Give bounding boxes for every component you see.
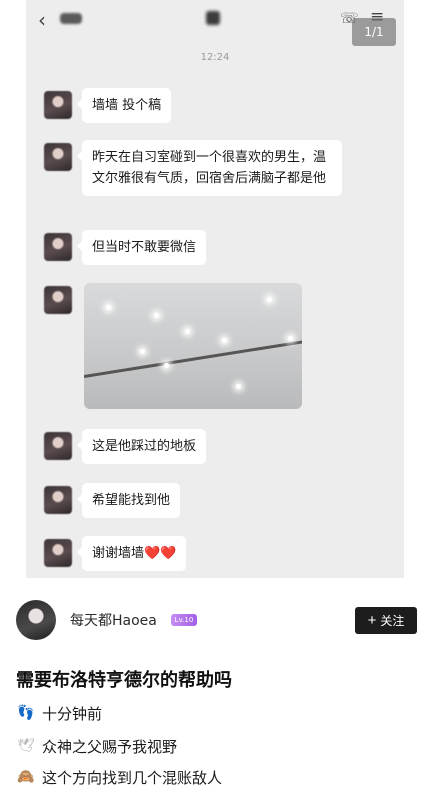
monkey-icon: 🙈 [17, 768, 35, 785]
message-timestamp: 12:24 [200, 52, 230, 63]
light-reflection [106, 305, 111, 310]
author-avatar[interactable] [16, 600, 56, 640]
sender-avatar [44, 91, 72, 119]
author-name[interactable]: 每天都Haoea [70, 610, 157, 630]
follow-label: 关注 [380, 614, 405, 628]
post-line: 🕊 众神之父赐予我视野 [16, 736, 177, 757]
light-reflection [154, 313, 159, 318]
message-bubble: 昨天在自习室碰到一个很喜欢的男生，温文尔雅很有气质，回宿舍后满脑子都是他 [77, 140, 342, 196]
post-title: 需要布洛特亨德尔的帮助吗 [16, 670, 232, 691]
sender-avatar [44, 286, 72, 314]
page-indicator: 1/1 [352, 18, 396, 46]
dove-icon: 🕊 [17, 737, 35, 754]
chat-top-bar: ‹ ☏ ≡ [26, 0, 404, 40]
sender-avatar [44, 233, 72, 261]
message-bubble: 墙墙 投个稿 [76, 88, 172, 123]
sender-avatar [44, 143, 72, 171]
floor-seam-line [84, 337, 302, 378]
author-row: 每天都Haoea Lv.10 + 关注 [0, 598, 432, 644]
blurred-status-icon [206, 11, 220, 25]
footprints-icon: 👣 [17, 704, 35, 721]
light-reflection [164, 363, 169, 368]
message-bubble: 希望能找到他 [76, 483, 181, 518]
follow-button[interactable]: + 关注 [355, 607, 417, 634]
sender-avatar [44, 432, 72, 460]
message-bubble: 谢谢墙墙❤️❤️ [76, 536, 187, 571]
message-bubble: 这是他踩过的地板 [76, 429, 207, 464]
post-line-text: 十分钟前 [42, 705, 103, 723]
light-reflection [288, 336, 293, 341]
message-bubble: 但当时不敢要微信 [76, 230, 207, 265]
post-line-text: 众神之父赐予我视野 [42, 738, 178, 756]
post-line: 🙈 这个方向找到几个混账敌人 [16, 767, 222, 788]
light-reflection [185, 329, 190, 334]
post-line: 👣 十分钟前 [16, 703, 102, 724]
chat-screenshot-image[interactable]: ‹ ☏ ≡ 12:24 墙墙 投个稿 昨天在自习室碰到一个很喜欢的男生，温文尔雅… [26, 0, 404, 578]
post-line-text: 这个方向找到几个混账敌人 [42, 769, 223, 787]
light-reflection [267, 297, 272, 302]
sender-avatar [44, 539, 72, 567]
sender-avatar [44, 486, 72, 514]
blurred-contact-name [60, 13, 82, 24]
floor-photo[interactable] [84, 283, 302, 409]
plus-icon: + [367, 612, 377, 629]
back-arrow-icon: ‹ [38, 8, 46, 32]
level-badge: Lv.10 [171, 614, 197, 626]
light-reflection [222, 338, 227, 343]
light-reflection [236, 384, 241, 389]
light-reflection [140, 349, 145, 354]
